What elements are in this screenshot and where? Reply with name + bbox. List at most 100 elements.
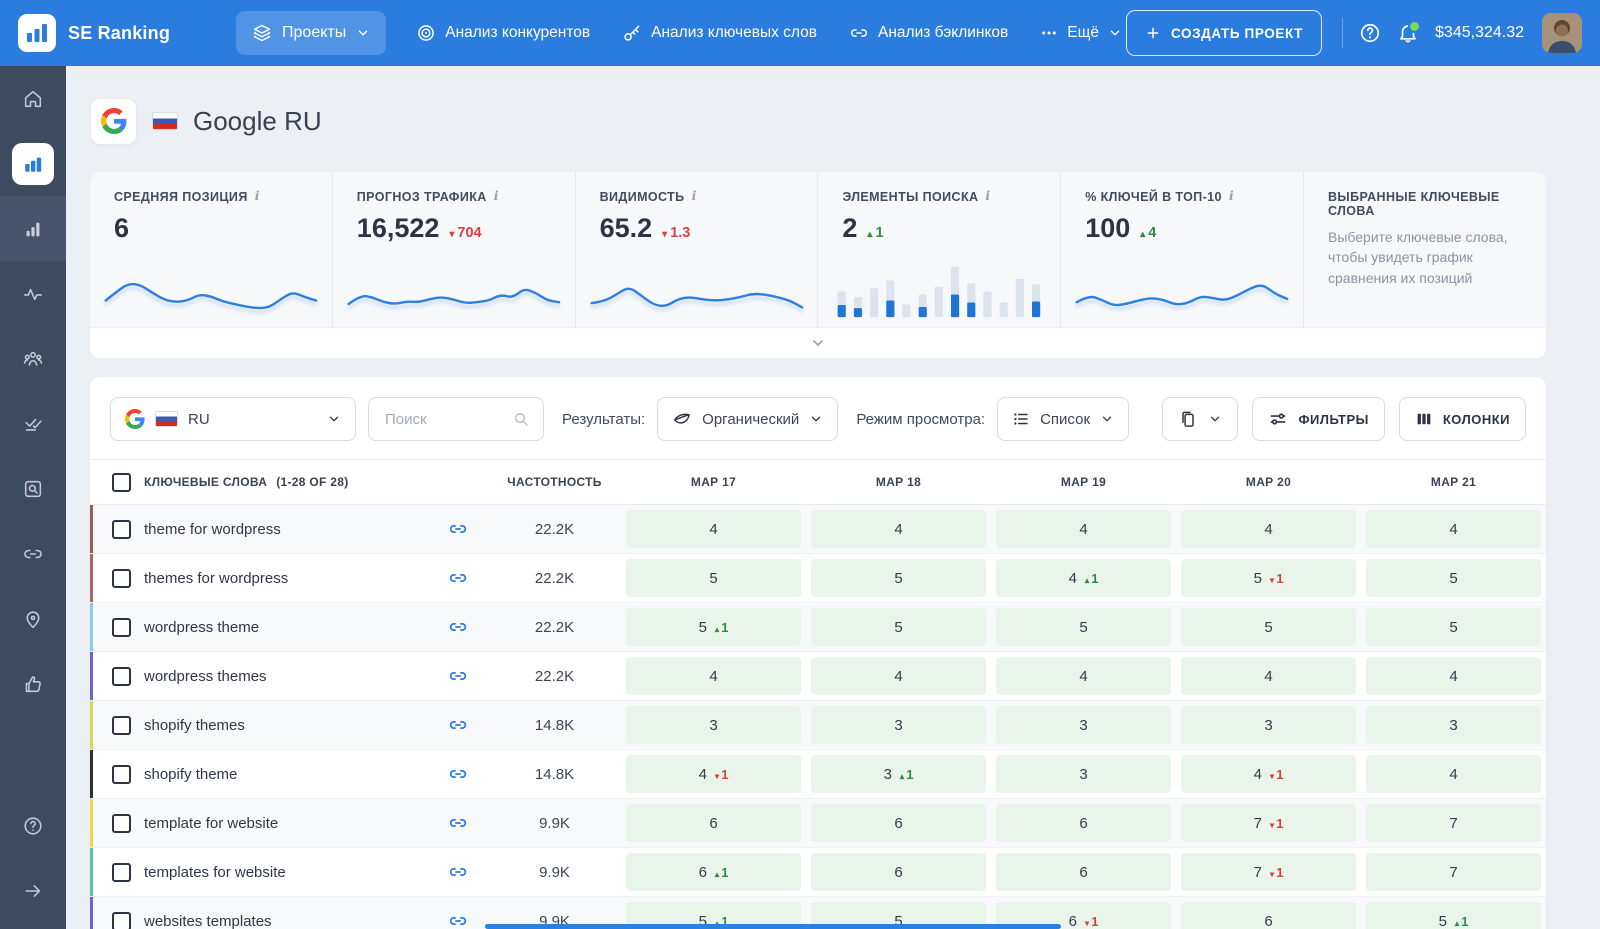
position-cell[interactable]: 5 ▴ 1 <box>621 603 806 651</box>
search-engine-select[interactable]: RU <box>110 397 356 441</box>
keyword-url-link-icon[interactable] <box>448 715 468 735</box>
keyword-text[interactable]: theme for wordpress <box>144 521 281 538</box>
sidebar-item-analytics[interactable] <box>0 196 66 261</box>
position-cell[interactable]: 5 <box>806 603 991 651</box>
position-cell[interactable]: 6 <box>621 799 806 847</box>
position-cell[interactable]: 5 <box>1361 603 1546 651</box>
nav-link-1[interactable]: Анализ ключевых слов <box>622 23 817 43</box>
date-column-header-2[interactable]: МАР 19 <box>991 475 1176 489</box>
keyword-search-field[interactable] <box>368 397 544 441</box>
position-cell[interactable]: 6 <box>991 799 1176 847</box>
keyword-url-link-icon[interactable] <box>448 617 468 637</box>
keyword-url-link-icon[interactable] <box>448 862 468 882</box>
keyword-url-link-icon[interactable] <box>448 568 468 588</box>
date-column-header-3[interactable]: МАР 20 <box>1176 475 1361 489</box>
position-cell[interactable]: 5 <box>991 603 1176 651</box>
keyword-url-link-icon[interactable] <box>448 813 468 833</box>
row-checkbox[interactable] <box>112 862 131 882</box>
row-checkbox[interactable] <box>112 519 131 539</box>
position-cell[interactable]: 4 ▴ 1 <box>991 554 1176 602</box>
horizontal-scrollbar[interactable] <box>485 924 1061 929</box>
results-type-select[interactable]: Органический <box>657 397 839 441</box>
keyword-text[interactable]: websites templates <box>144 913 272 929</box>
row-checkbox[interactable] <box>112 666 131 686</box>
keyword-text[interactable]: shopify theme <box>144 766 237 783</box>
sidebar-item-audit[interactable] <box>0 391 66 456</box>
position-cell[interactable]: 4 <box>621 505 806 553</box>
position-cell[interactable]: 3 ▴ 1 <box>806 750 991 798</box>
position-cell[interactable]: 4 <box>991 505 1176 553</box>
position-cell[interactable]: 7 ▾ 1 <box>1176 799 1361 847</box>
nav-link-2[interactable]: Анализ бэклинков <box>849 23 1008 43</box>
position-cell[interactable]: 6 <box>806 799 991 847</box>
date-column-header-4[interactable]: МАР 21 <box>1361 475 1546 489</box>
notifications-bell-icon[interactable] <box>1397 20 1422 44</box>
position-cell[interactable]: 4 ▾ 1 <box>1176 750 1361 798</box>
position-cell[interactable]: 3 <box>991 750 1176 798</box>
user-avatar[interactable] <box>1542 13 1582 53</box>
sidebar-item-rankings[interactable] <box>0 131 66 196</box>
keyword-url-link-icon[interactable] <box>448 911 468 929</box>
info-icon[interactable]: i <box>692 189 697 203</box>
position-cell[interactable]: 6 <box>806 848 991 896</box>
date-column-header-1[interactable]: МАР 18 <box>806 475 991 489</box>
more-menu[interactable]: Ещё <box>1040 24 1122 42</box>
position-cell[interactable]: 6 <box>1176 897 1361 929</box>
row-checkbox[interactable] <box>112 617 131 637</box>
row-checkbox[interactable] <box>112 911 131 929</box>
position-cell[interactable]: 3 <box>1176 701 1361 749</box>
info-icon[interactable]: i <box>985 189 990 203</box>
sidebar-item-social[interactable] <box>0 651 66 716</box>
position-cell[interactable]: 4 ▾ 1 <box>621 750 806 798</box>
position-cell[interactable]: 5 <box>1176 603 1361 651</box>
position-cell[interactable]: 4 <box>806 505 991 553</box>
keyword-text[interactable]: wordpress theme <box>144 619 259 636</box>
sidebar-item-competitors[interactable] <box>0 326 66 391</box>
info-icon[interactable]: i <box>1229 189 1234 203</box>
position-cell[interactable]: 4 <box>1176 505 1361 553</box>
position-cell[interactable]: 4 <box>1361 750 1546 798</box>
row-checkbox[interactable] <box>112 568 131 588</box>
help-icon[interactable] <box>1359 22 1381 44</box>
sidebar-item-insights[interactable] <box>0 261 66 326</box>
date-column-header-0[interactable]: МАР 17 <box>621 475 806 489</box>
sidebar-item-local[interactable] <box>0 586 66 651</box>
position-cell[interactable]: 3 <box>991 701 1176 749</box>
row-checkbox[interactable] <box>112 715 131 735</box>
row-checkbox[interactable] <box>112 813 131 833</box>
position-cell[interactable]: 4 <box>1361 652 1546 700</box>
position-cell[interactable]: 7 <box>1361 848 1546 896</box>
info-icon[interactable]: i <box>494 189 499 203</box>
search-input[interactable] <box>383 409 503 429</box>
position-cell[interactable]: 5 <box>1361 554 1546 602</box>
keyword-text[interactable]: themes for wordpress <box>144 570 288 587</box>
position-cell[interactable]: 5 ▾ 1 <box>1176 554 1361 602</box>
filters-button[interactable]: ФИЛЬТРЫ <box>1252 397 1385 441</box>
position-cell[interactable]: 5 ▴ 1 <box>1361 897 1546 929</box>
projects-dropdown[interactable]: Проекты <box>236 11 387 55</box>
sidebar-item-backlinks[interactable] <box>0 521 66 586</box>
position-cell[interactable]: 4 <box>806 652 991 700</box>
columns-button[interactable]: КОЛОНКИ <box>1398 397 1526 441</box>
collapse-stats-button[interactable] <box>90 327 1546 358</box>
create-project-button[interactable]: СОЗДАТЬ ПРОЕКТ <box>1125 10 1323 56</box>
position-cell[interactable]: 4 <box>1361 505 1546 553</box>
position-cell[interactable]: 5 <box>806 554 991 602</box>
position-cell[interactable]: 7 <box>1361 799 1546 847</box>
position-cell[interactable]: 3 <box>1361 701 1546 749</box>
position-cell[interactable]: 4 <box>621 652 806 700</box>
keyword-text[interactable]: shopify themes <box>144 717 245 734</box>
keyword-text[interactable]: template for website <box>144 815 278 832</box>
sidebar-item-help[interactable] <box>0 793 66 858</box>
keyword-text[interactable]: templates for website <box>144 864 286 881</box>
position-cell[interactable]: 3 <box>806 701 991 749</box>
select-all-checkbox[interactable] <box>112 472 131 492</box>
copy-dropdown-button[interactable] <box>1162 397 1239 441</box>
account-balance[interactable]: $345,324.32 <box>1435 24 1524 42</box>
sidebar-item-page-check[interactable] <box>0 456 66 521</box>
position-cell[interactable]: 4 <box>1176 652 1361 700</box>
keyword-url-link-icon[interactable] <box>448 519 468 539</box>
keyword-text[interactable]: wordpress themes <box>144 668 267 685</box>
view-mode-select[interactable]: Список <box>997 397 1130 441</box>
position-cell[interactable]: 6 <box>991 848 1176 896</box>
